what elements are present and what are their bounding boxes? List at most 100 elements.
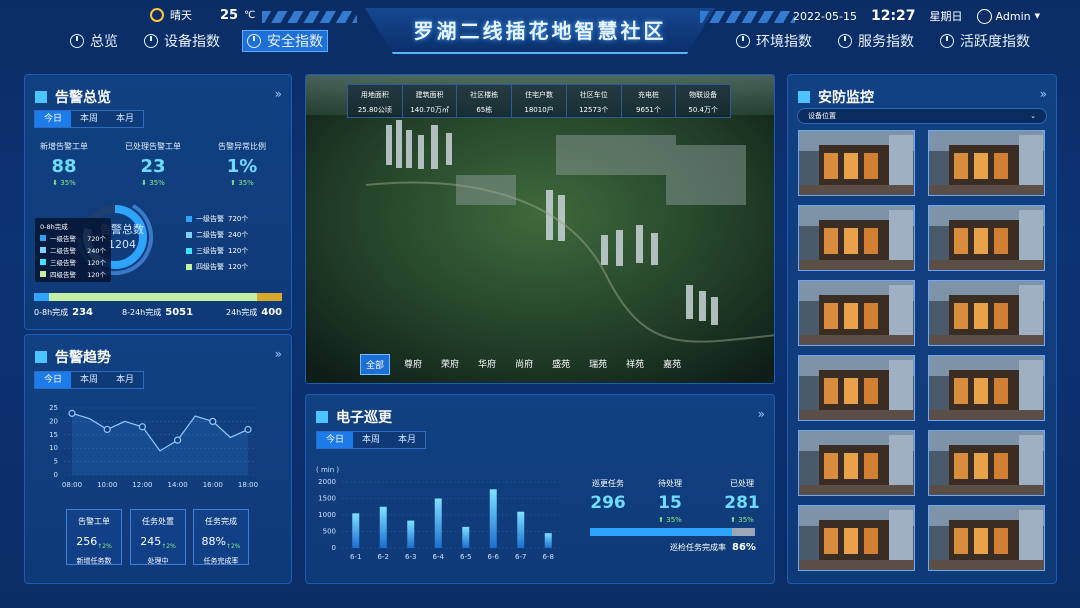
metric-sub: 任务完成率 [203,557,239,566]
temperature: 25 [220,7,239,23]
camera-thumbnail [799,506,914,570]
camera-thumbnail [929,356,1044,420]
x-tick-label: 18:00 [238,481,258,489]
more-icon[interactable]: » [1040,87,1048,101]
district-selector: 全部 尊府 荣府 华府 尚府 盛苑 瑞苑 祥苑 嘉苑 [360,354,686,375]
square-icon [35,351,47,363]
metric-value: 88%↑2% [201,535,241,551]
district-jiayuan[interactable]: 嘉苑 [658,354,686,375]
time: 12:27 [870,8,916,24]
x-tick-label: 6-7 [515,553,526,561]
info-parking: 社区车位 12573个 [567,85,622,117]
camera-feed[interactable] [928,130,1045,196]
camera-feed[interactable] [798,280,915,346]
device-location-select[interactable]: 设备位置 ⌄ [797,108,1047,124]
tab-today[interactable]: 今日 [35,372,71,388]
metric-task-complete: 任务完成 88%↑2% 任务完成率 [193,509,249,565]
panel-title: 安防监控 [818,90,874,106]
tab-week[interactable]: 本周 [71,372,107,388]
camera-thumbnail [929,281,1044,345]
nav-overview[interactable]: 总览 [66,30,122,52]
y-tick-label: 2000 [318,478,336,486]
nav-label: 安全指数 [267,34,323,50]
x-tick-label: 14:00 [168,481,188,489]
district-shangfu[interactable]: 尚府 [510,354,538,375]
district-xiangyuan[interactable]: 祥苑 [621,354,649,375]
alarm-overview-tabs: 今日 本周 本月 [34,110,144,128]
tab-week[interactable]: 本周 [71,111,107,127]
y-tick-label: 25 [49,404,58,412]
clock-icon [247,34,261,48]
more-icon[interactable]: » [758,407,766,421]
trend-area [72,413,248,475]
x-tick-label: 6-2 [378,553,389,561]
user-menu[interactable]: Admin ▼ [976,8,1040,24]
camera-feed[interactable] [928,205,1045,271]
tab-month[interactable]: 本月 [107,111,143,127]
nav-environment-index[interactable]: 环境指数 [732,30,816,52]
panel-title: 告警趋势 [55,350,111,366]
x-tick-label: 08:00 [62,481,82,489]
alarm-trend-tabs: 今日 本周 本月 [34,371,144,389]
camera-feed[interactable] [928,505,1045,571]
more-icon[interactable]: » [275,87,283,101]
metric-title: 告警工单 [78,517,110,526]
sun-icon [150,8,164,22]
tab-week[interactable]: 本周 [353,432,389,448]
camera-thumbnail [929,506,1044,570]
stat-label: 新增告警工单 [40,142,88,151]
square-icon [316,411,328,423]
date: 2022-05-15 [793,9,857,23]
camera-feed[interactable] [928,355,1045,421]
camera-feed[interactable] [798,130,915,196]
camera-feed[interactable] [928,430,1045,496]
nav-service-index[interactable]: 服务指数 [834,30,918,52]
district-ruiyuan[interactable]: 瑞苑 [584,354,612,375]
legend-item: 一级告警 720个 [186,214,248,224]
metric-value: 245↑2% [140,535,176,551]
district-huafu[interactable]: 华府 [473,354,501,375]
district-all[interactable]: 全部 [360,354,391,375]
stat-change: ⬆ 35% [730,516,754,524]
stat-label: 待处理 [658,479,682,488]
district-shengyuan[interactable]: 盛苑 [547,354,575,375]
district-rongfu[interactable]: 荣府 [436,354,464,375]
nav-device-index[interactable]: 设备指数 [140,30,224,52]
clock-icon [144,34,158,48]
camera-thumbnail [799,131,914,195]
tab-month[interactable]: 本月 [107,372,143,388]
bar [407,520,415,548]
more-icon[interactable]: » [275,347,283,361]
stat-change: ⬆ 35% [230,179,254,187]
y-tick-label: 1500 [318,495,336,503]
camera-feed[interactable] [798,205,915,271]
stat-value: 296 [590,493,626,513]
progress-segment-8-24h [48,293,258,301]
x-tick-label: 6-1 [350,553,361,561]
metric-title: 任务处置 [142,517,174,526]
camera-thumbnail [929,206,1044,270]
tab-today[interactable]: 今日 [317,432,353,448]
bar [462,526,470,548]
camera-feed[interactable] [798,505,915,571]
stat-label: 已处理 [730,479,754,488]
legend-swatch [186,248,192,254]
camera-thumbnail [799,356,914,420]
camera-feed[interactable] [928,280,1045,346]
nav-safety-index[interactable]: 安全指数 [242,30,328,52]
select-value: 设备位置 [808,112,836,120]
tab-month[interactable]: 本月 [389,432,425,448]
info-chargers: 充电桩 9651个 [622,85,677,117]
district-zunfu[interactable]: 尊府 [399,354,427,375]
y-unit-label: ( min ) [316,466,339,474]
camera-feed[interactable] [798,355,915,421]
metric-sub: 处理中 [147,557,169,566]
camera-feed[interactable] [798,430,915,496]
tab-today[interactable]: 今日 [35,111,71,127]
nav-activity-index[interactable]: 活跃度指数 [936,30,1034,52]
patrol-bar-chart: ( min ) 0 500 1000 1500 2000 6-1 6-2 6-3 6-4 6-5 6-… [316,466,562,561]
user-icon [976,8,992,24]
legend-swatch [186,232,192,238]
y-tick-label: 15 [49,431,58,439]
community-aerial-view[interactable] [305,74,775,384]
